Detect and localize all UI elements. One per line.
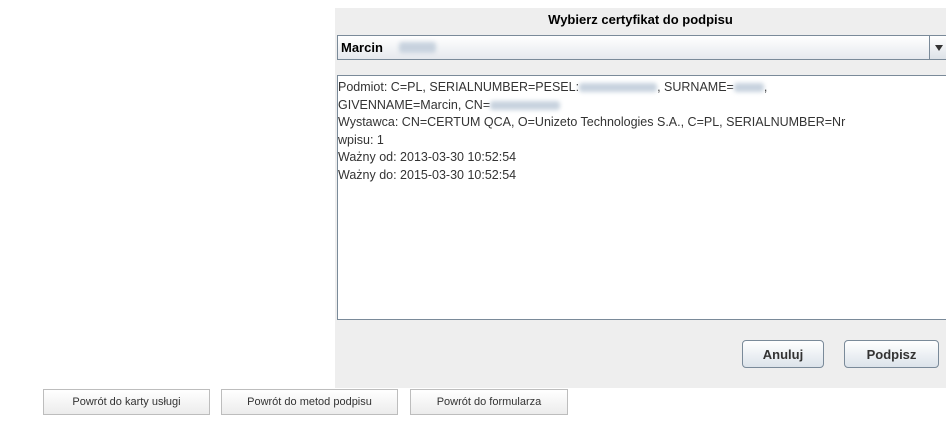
cancel-button[interactable]: Anuluj [742, 340, 824, 368]
certificate-details[interactable]: Podmiot: C=PL, SERIALNUMBER=PESEL:, SURN… [337, 75, 946, 320]
redacted-surname [399, 42, 436, 53]
left-pane [10, 8, 335, 388]
redacted-cn [490, 100, 561, 110]
details-line: Podmiot: C=PL, SERIALNUMBER=PESEL:, SURN… [338, 80, 768, 94]
back-to-form-button[interactable]: Powrót do formularza [410, 389, 568, 415]
back-to-service-button[interactable]: Powrót do karty usługi [43, 389, 210, 415]
dialog-title: Wybierz certyfikat do podpisu [548, 12, 733, 27]
certificate-select[interactable]: Marcin [337, 35, 946, 60]
sign-button[interactable]: Podpisz [844, 340, 939, 368]
redacted-surname [733, 83, 764, 93]
details-line: GIVENNAME=Marcin, CN= [338, 97, 946, 115]
details-line: wpisu: 1 [338, 132, 384, 147]
certificate-select-value: Marcin [341, 40, 383, 55]
details-line: Ważny do: 2015-03-30 10:52:54 [338, 167, 517, 182]
chevron-down-icon[interactable] [929, 36, 946, 59]
details-line: Wystawca: CN=CERTUM QCA, O=Unizeto Techn… [338, 115, 846, 130]
details-line: Ważny od: 2013-03-30 10:52:54 [338, 150, 517, 165]
redacted-pesel [579, 83, 658, 93]
certificate-dialog: Wybierz certyfikat do podpisu Marcin Pod… [335, 8, 946, 388]
back-to-methods-button[interactable]: Powrót do metod podpisu [221, 389, 398, 415]
